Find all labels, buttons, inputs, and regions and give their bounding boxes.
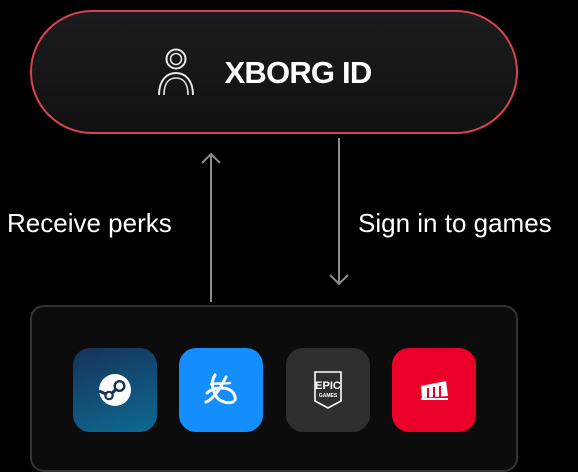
- arrow-down-sign-in: [329, 138, 349, 286]
- epic-games-icon: EPIC GAMES: [314, 371, 342, 409]
- diagram-canvas: XBORG ID Receive perks Sign in to games: [0, 0, 578, 472]
- battlenet-icon: [204, 373, 237, 405]
- receive-perks-label: Receive perks: [7, 208, 172, 238]
- arrow-up-receive-perks: [201, 152, 221, 302]
- riot-games-icon: [421, 381, 448, 400]
- sign-in-label: Sign in to games: [358, 208, 552, 238]
- epic-games-tile[interactable]: EPIC GAMES: [286, 348, 370, 432]
- xborg-id-content: XBORG ID: [157, 47, 372, 97]
- steam-tile[interactable]: [73, 348, 157, 432]
- battlenet-tile[interactable]: [179, 348, 263, 432]
- riot-games-tile[interactable]: [392, 348, 476, 432]
- epic-logo-text-bottom: GAMES: [319, 393, 338, 399]
- xborg-id-title: XBORG ID: [224, 54, 373, 90]
- user-outline-icon: [157, 48, 194, 96]
- xborg-id-node: XBORG ID: [30, 10, 518, 134]
- epic-logo-text-top: EPIC: [315, 380, 341, 392]
- steam-icon: [98, 374, 131, 406]
